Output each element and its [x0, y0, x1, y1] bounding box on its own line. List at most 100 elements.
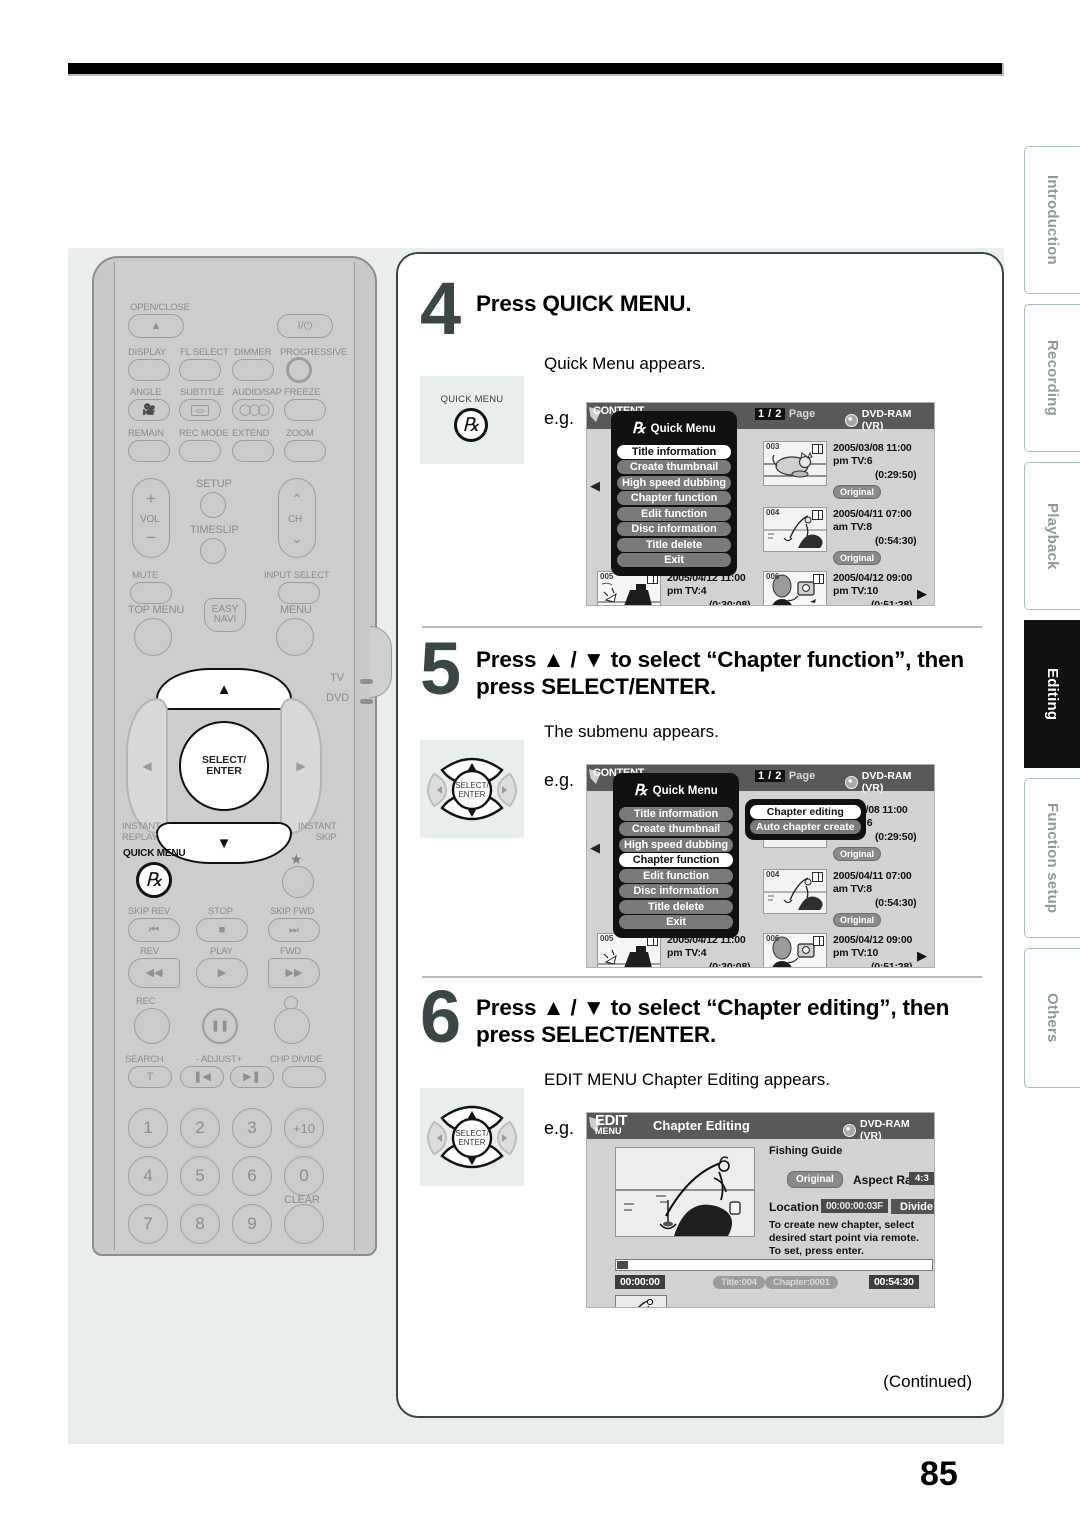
svg-text:SELECT/: SELECT/	[455, 781, 489, 790]
quick-menu-item-create-thumbnail-2[interactable]: Create thumbnail	[619, 822, 733, 836]
rec-mode-button[interactable]	[179, 440, 221, 462]
fl-select-button[interactable]	[179, 359, 221, 381]
skip-fwd-button[interactable]: ⏭	[268, 918, 320, 942]
title-004-id: 004	[766, 508, 780, 517]
edit-chapter-thumbnail[interactable]	[615, 1295, 667, 1307]
input-select-button[interactable]	[278, 582, 320, 604]
quick-menu-item-disc-information[interactable]: Disc information	[617, 522, 731, 536]
content-prev-arrow[interactable]: ◀	[590, 479, 600, 492]
tv-indicator-dash	[360, 679, 373, 684]
edit-progress-bar[interactable]	[615, 1259, 933, 1271]
instant-skip-line2: SKIP	[315, 831, 337, 843]
volume-down-icon: −	[146, 528, 156, 547]
clear-button[interactable]	[284, 1204, 324, 1244]
number-button-4[interactable]: 4	[128, 1156, 168, 1196]
fwd-button[interactable]: ▶▶	[268, 958, 320, 988]
step-5: 5 Press ▲ / ▼ to select “Chapter functio…	[398, 632, 1006, 986]
dpad-left-button[interactable]: ◀	[126, 698, 168, 834]
star-button[interactable]	[282, 866, 314, 898]
freeze-button[interactable]	[284, 399, 326, 421]
skip-rev-button[interactable]: ⏮	[128, 918, 180, 942]
content-screen-body-2: ◀ 07:00 3:45) 09:00 2:40) Original	[587, 773, 934, 967]
chp-divide-button[interactable]	[282, 1066, 326, 1088]
power-button[interactable]: I/⏻	[277, 314, 333, 338]
select-enter-button[interactable]: SELECT/ ENTER	[179, 721, 269, 811]
sidebar-item-others[interactable]: Others	[1024, 948, 1080, 1088]
remote-side-bump	[370, 626, 392, 698]
sidebar-item-playback[interactable]: Playback	[1024, 462, 1080, 610]
number-label-2: 2	[195, 1118, 205, 1137]
content-prev-arrow-2[interactable]: ◀	[590, 841, 600, 854]
pause-button[interactable]: ❚❚	[202, 1008, 238, 1044]
sidebar-item-recording[interactable]: Recording	[1024, 304, 1080, 452]
number-button-9[interactable]: 9	[232, 1204, 272, 1244]
adjust-minus-button[interactable]: ❚◀	[180, 1066, 224, 1088]
content-next-arrow-2[interactable]: ▶	[917, 949, 927, 962]
search-button[interactable]: T	[128, 1066, 172, 1088]
number-button-8[interactable]: 8	[180, 1204, 220, 1244]
number-button-5[interactable]: 5	[180, 1156, 220, 1196]
progressive-button[interactable]	[286, 357, 312, 383]
sidebar-item-introduction[interactable]: Introduction	[1024, 146, 1080, 294]
quick-menu-item-title-information-2[interactable]: Title information	[619, 806, 733, 821]
remain-button[interactable]	[128, 440, 170, 462]
title-004b-date: 2005/04/11 07:00	[833, 870, 912, 882]
subtitle-button[interactable]: ▭	[179, 399, 221, 421]
edit-progress-handle[interactable]	[617, 1261, 628, 1269]
quick-menu-item-title-delete[interactable]: Title delete	[617, 537, 731, 552]
submenu-item-auto-chapter-create[interactable]: Auto chapter create	[750, 820, 861, 834]
number-button-0[interactable]: 0	[284, 1156, 324, 1196]
quick-menu-item-chapter-function[interactable]: Chapter function	[617, 491, 731, 505]
rev-button[interactable]: ◀◀	[128, 958, 180, 988]
zoom-button[interactable]	[284, 440, 326, 462]
number-button-plus10[interactable]: +10	[284, 1108, 324, 1148]
open-close-button[interactable]: ▲	[128, 314, 184, 338]
sidebar-item-editing[interactable]: Editing	[1024, 620, 1080, 768]
number-button-7[interactable]: 7	[128, 1204, 168, 1244]
quick-menu-item-edit-function[interactable]: Edit function	[617, 506, 731, 521]
number-button-6[interactable]: 6	[232, 1156, 272, 1196]
edit-divide-button[interactable]: Divide	[891, 1199, 934, 1214]
timeslip-button[interactable]	[200, 538, 226, 564]
display-button[interactable]	[128, 359, 170, 381]
quick-menu-item-chapter-function-2[interactable]: Chapter function	[619, 853, 733, 867]
title-003-duration: (0:29:50)	[875, 469, 917, 481]
dpad-right-button[interactable]: ▶	[280, 698, 322, 834]
stop-button[interactable]: ■	[196, 918, 248, 942]
title-004b-badge: Original	[833, 913, 882, 927]
label-timeslip: TIMESLIP	[190, 524, 239, 536]
quick-menu-item-title-information[interactable]: Title information	[617, 444, 731, 459]
menu-button[interactable]	[276, 618, 314, 656]
angle-button[interactable]: 🎥	[128, 399, 170, 421]
quick-menu-button[interactable]: ℞	[136, 862, 172, 898]
number-button-1[interactable]: 1	[128, 1108, 168, 1148]
dimmer-button[interactable]	[232, 359, 274, 381]
quick-menu-item-high-speed-dubbing[interactable]: High speed dubbing	[617, 475, 731, 490]
mute-button[interactable]	[130, 582, 172, 604]
content-next-arrow[interactable]: ▶	[917, 587, 927, 600]
audio-sap-button[interactable]: ◯◯◯	[232, 399, 274, 421]
rec-button[interactable]	[134, 1008, 170, 1044]
submenu-item-chapter-editing[interactable]: Chapter editing	[750, 804, 861, 819]
quick-menu-item-disc-information-2[interactable]: Disc information	[619, 884, 733, 898]
dpad-up-button[interactable]: ▲	[156, 668, 292, 710]
quick-menu-item-create-thumbnail[interactable]: Create thumbnail	[617, 460, 731, 474]
quick-menu-item-exit[interactable]: Exit	[617, 553, 731, 567]
sidebar-item-function-setup[interactable]: Function setup	[1024, 778, 1080, 938]
unlabeled-round-button[interactable]	[274, 1008, 310, 1044]
content-page-word: Page	[788, 408, 816, 420]
number-button-2[interactable]: 2	[180, 1108, 220, 1148]
setup-button[interactable]	[200, 492, 226, 518]
top-menu-button[interactable]	[134, 618, 172, 656]
quick-menu-item-exit-2[interactable]: Exit	[619, 915, 733, 929]
quick-menu-item-title-delete-2[interactable]: Title delete	[619, 899, 733, 914]
number-button-3[interactable]: 3	[232, 1108, 272, 1148]
easy-navi-button[interactable]: EASY NAVI	[204, 598, 246, 632]
audio-icon: ◯◯◯	[239, 403, 270, 416]
quick-menu-item-edit-function-2[interactable]: Edit function	[619, 868, 733, 883]
extend-button[interactable]	[232, 440, 274, 462]
play-button[interactable]: ▶	[196, 958, 248, 988]
title-003b-badge: Original	[833, 847, 882, 861]
quick-menu-item-high-speed-dubbing-2[interactable]: High speed dubbing	[619, 837, 733, 852]
adjust-plus-button[interactable]: ▶❚	[230, 1066, 274, 1088]
